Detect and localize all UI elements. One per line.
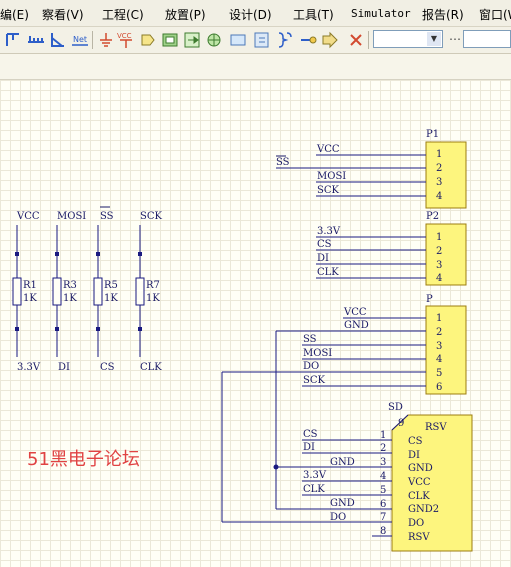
interconnect-wires [221, 331, 277, 522]
sd-net-di: DI [303, 442, 315, 453]
r1-bottom-net: 3.3V [17, 362, 41, 373]
sd-pin-name-cs: CS [408, 436, 423, 447]
sd-net-gnd-2: GND [330, 498, 355, 509]
sd-pin-num-4: 4 [380, 471, 386, 482]
sd-pin-name-gnd: GND [408, 463, 433, 474]
sd-pin-num-9: 9 [398, 418, 404, 429]
resistor-header-vcc: VCC [16, 211, 40, 222]
p1-pin-1: 1 [436, 149, 442, 160]
resistor-header-sck: SCK [140, 211, 163, 222]
p-pin-6: 6 [436, 382, 442, 393]
r7-value: 1K [146, 293, 160, 304]
r7-ref: R7 [146, 280, 160, 291]
r3-bottom-net: DI [58, 362, 70, 373]
p-pin-1: 1 [436, 313, 442, 324]
p1-net-ss: SS [276, 157, 290, 168]
p-pin-3: 3 [436, 341, 442, 352]
p2-ref: P2 [426, 211, 439, 222]
sd-card-socket[interactable]: SD 9 RSV 1 2 3 4 5 6 7 8 CS DI GND VCC C… [222, 402, 473, 552]
r3-ref: R3 [63, 280, 77, 291]
p2-pin-3: 3 [436, 260, 442, 271]
p-ref: P [426, 294, 433, 305]
p-net-mosi: MOSI [303, 348, 332, 359]
p1-pin-3: 3 [436, 177, 442, 188]
sd-pin-name-vcc: VCC [407, 477, 431, 488]
p-net-vcc: VCC [343, 307, 367, 318]
p-net-sck: SCK [303, 375, 326, 386]
p2-net-cs: CS [317, 239, 332, 250]
sd-net-cs: CS [303, 429, 318, 440]
p1-pin-4: 4 [436, 191, 442, 202]
r3-value: 1K [63, 293, 77, 304]
p2-net-3v3: 3.3V [317, 226, 341, 237]
r1-value: 1K [23, 293, 37, 304]
resistor-header-ss: SS [100, 211, 114, 222]
sd-net-3v3: 3.3V [303, 470, 327, 481]
resistor-r3-body[interactable] [52, 277, 62, 306]
p-pin-2: 2 [436, 327, 442, 338]
p2-net-di: DI [317, 253, 329, 264]
resistor-r1-body[interactable] [12, 277, 22, 306]
sd-net-do: DO [330, 512, 346, 523]
r5-bottom-net: CS [100, 362, 115, 373]
sd-pin-name-gnd2: GND2 [408, 504, 439, 515]
sd-pin-name-do: DO [408, 518, 424, 529]
sd-pin-num-6: 6 [380, 499, 386, 510]
p2-pin-4: 4 [436, 273, 442, 284]
p-pin-4: 4 [436, 354, 442, 365]
sd-pin-num-2: 2 [380, 443, 386, 454]
p-net-do: DO [303, 361, 319, 372]
sd-net-gnd: GND [330, 457, 355, 468]
sd-pin-name-di: DI [408, 450, 420, 461]
r5-value: 1K [104, 293, 118, 304]
sd-net-clk: CLK [303, 484, 325, 495]
r1-ref: R1 [23, 280, 37, 291]
p1-ref: P1 [426, 129, 439, 140]
sd-pin-name-rsv-top: RSV [425, 422, 447, 433]
p1-pin-2: 2 [436, 163, 442, 174]
connector-p[interactable]: P 1 2 3 4 5 6 VCC GND SS MOSI DO SCK [222, 294, 467, 395]
p1-net-mosi: MOSI [317, 171, 346, 182]
sd-pin-num-5: 5 [380, 485, 386, 496]
p1-net-sck: SCK [317, 185, 340, 196]
sd-pin-num-1: 1 [380, 430, 386, 441]
schematic-drawing: VCC MOSI SS SCK R1 1K R3 1K R5 1K R7 1K … [12, 129, 473, 552]
r5-ref: R5 [104, 280, 118, 291]
site-watermark: 51黑电子论坛 [27, 449, 140, 470]
p-pin-5: 5 [436, 368, 442, 379]
sd-pin-num-3: 3 [380, 457, 386, 468]
p2-pin-2: 2 [436, 246, 442, 257]
resistor-column: VCC MOSI SS SCK R1 1K R3 1K R5 1K R7 1K … [12, 206, 163, 373]
p2-net-clk: CLK [317, 267, 339, 278]
p2-pin-1: 1 [436, 232, 442, 243]
p-net-ss: SS [303, 334, 317, 345]
r7-bottom-net: CLK [140, 362, 162, 373]
connector-p1[interactable]: P1 1 2 3 4 VCC SS MOSI SCK [276, 129, 467, 209]
resistor-r7-body[interactable] [135, 277, 145, 306]
sd-pin-name-clk: CLK [408, 491, 430, 502]
sd-pin-num-7: 7 [380, 512, 386, 523]
gnd-junction [273, 464, 279, 470]
sd-pin-name-rsv-bottom: RSV [408, 532, 430, 543]
sd-ref: SD [388, 402, 403, 413]
sd-pin-num-8: 8 [380, 526, 386, 537]
resistor-r5-body[interactable] [93, 277, 103, 306]
resistor-header-mosi: MOSI [57, 211, 86, 222]
p-net-gnd: GND [344, 320, 369, 331]
connector-p2[interactable]: P2 1 2 3 4 3.3V CS DI CLK [316, 211, 467, 286]
p1-net-vcc: VCC [316, 144, 340, 155]
